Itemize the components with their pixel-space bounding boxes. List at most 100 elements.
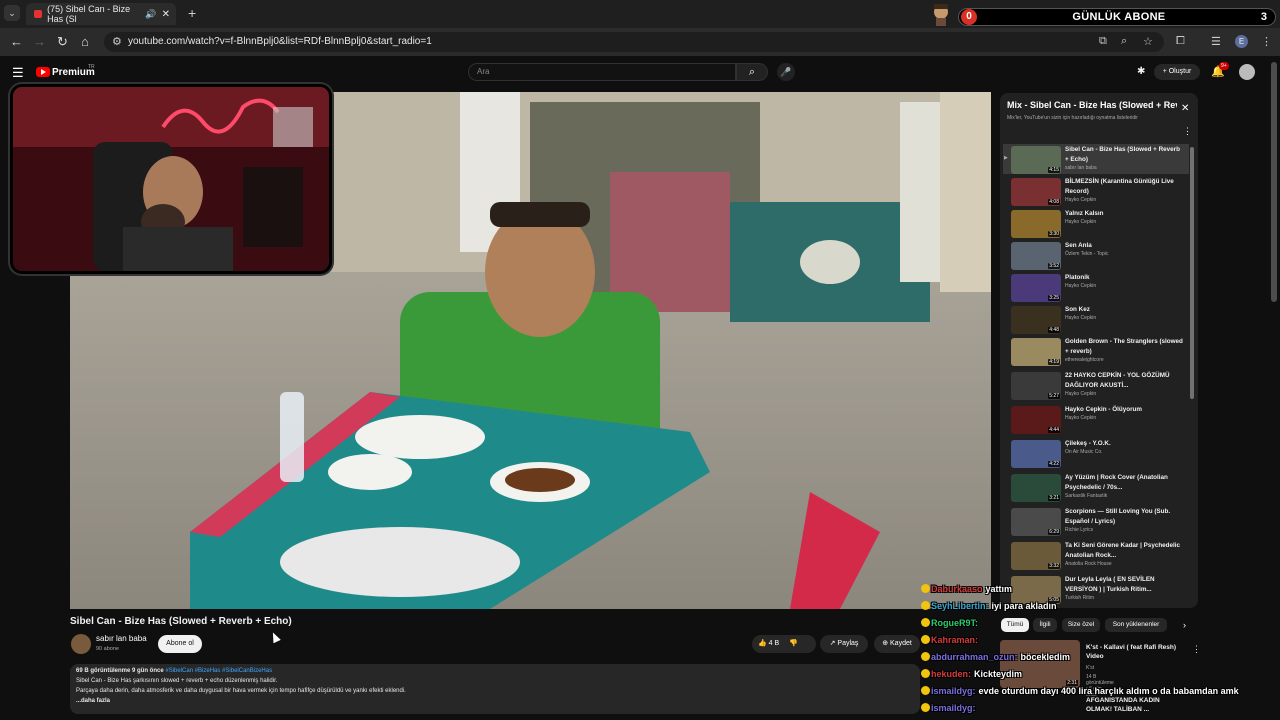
playlist-item[interactable]: 6:29 Scorpions — Still Loving You (Sub. E… [1003,506,1189,536]
audio-playing-icon[interactable]: 🔊 [145,9,156,20]
playlist-scrollbar[interactable] [1190,147,1194,399]
playlist-title[interactable]: Mix - Sibel Can - Bize Has (Slowed + Rev… [1007,100,1177,110]
playlist-thumbnail[interactable]: 3:32 [1011,542,1061,570]
chat-username[interactable]: abdurrahman_ozun: [931,652,1018,662]
playlist-thumbnail[interactable]: 4:48 [1011,306,1061,334]
playlist-item[interactable]: 3:32 Ta Ki Seni Görene Kadar | Psychedeli… [1003,540,1189,570]
back-icon[interactable]: ← [10,34,23,49]
description-box[interactable]: 69 B görüntülenme 9 gün önce #SibelCan #… [70,664,920,714]
url-text[interactable]: youtube.com/watch?v=f-BlnnBplj0&list=RDf… [128,36,432,47]
playlist-item-channel[interactable]: Richie Lyrics [1065,527,1093,533]
home-icon[interactable]: ⌂ [81,34,89,49]
chip-2[interactable]: Size özel [1062,618,1100,632]
guide-menu-icon[interactable]: ☰ [12,65,24,81]
chip-1[interactable]: İlgili [1033,618,1057,632]
recommended-more-icon[interactable]: ⋮ [1192,644,1201,655]
playlist-item-title[interactable]: BİLMEZSİN (Karantina Günlüğü Live Record… [1065,177,1183,196]
zoom-icon[interactable]: ⌕ [1121,35,1127,48]
playlist-item-channel[interactable]: Hayko Cepkin [1065,219,1096,225]
bookmark-star-icon[interactable]: ☆ [1143,35,1153,48]
playlist-item-channel[interactable]: Hayko Cepkin [1065,197,1096,203]
studio-settings-icon[interactable]: ✱ [1137,66,1145,77]
playlist-item-title[interactable]: Dur Leyla Leyla ( EN SEVİLEN VERSİYON ) … [1065,575,1183,594]
account-avatar[interactable] [1239,64,1255,80]
recommended-channel[interactable]: K'st [1086,665,1094,671]
playlist-thumbnail[interactable]: 6:29 [1011,508,1061,536]
playlist-item-channel[interactable]: Sarkastik Fantastik [1065,493,1107,499]
extensions-icon[interactable]: ⧠ [1176,35,1185,48]
playlist-thumbnail[interactable]: 3:21 [1011,474,1061,502]
recommended-thumbnail[interactable]: 2:31 [1000,640,1080,688]
playlist-item-title[interactable]: Sibel Can - Bize Has (Slowed + Reverb + … [1065,145,1183,164]
playlist-thumbnail[interactable]: 4:15 [1011,146,1061,174]
playlist-item-title[interactable]: 22 HAYKO CEPKİN - YOL GÖZÜMÜ DAĞLIYOR AK… [1065,371,1183,390]
playlist-thumbnail[interactable]: 5:27 [1011,372,1061,400]
playlist-item-title[interactable]: Son Kez [1065,305,1183,315]
save-button[interactable]: ⊕ Kaydet [874,635,920,653]
chat-username[interactable]: hekuden: [931,669,971,679]
chat-username[interactable]: Kahraman: [931,635,978,645]
browser-tab[interactable]: (75) Sibel Can - Bize Has (Sl 🔊 ✕ [26,3,176,25]
playlist-item[interactable]: 3:30 Yalnız Kalsın Hayko Cepkin [1003,208,1189,238]
install-app-icon[interactable]: ⧉ [1099,35,1107,48]
channel-avatar[interactable] [71,634,91,654]
chat-username[interactable]: Daburkaaso [931,584,983,594]
recommended-title[interactable]: K'st - Kallavi ( feat Rafi Resh) Video [1086,643,1186,661]
chat-username[interactable]: SeyhLibertin: [931,601,989,611]
playlist-item[interactable]: 4:19 Golden Brown - The Stranglers (slowe… [1003,336,1189,366]
browser-profile-avatar[interactable]: E [1235,35,1248,48]
youtube-logo-icon[interactable] [36,67,50,77]
tab-close-icon[interactable]: ✕ [162,9,170,20]
playlist-thumbnail[interactable]: 4:19 [1011,338,1061,366]
search-input[interactable]: Ara [468,63,736,81]
playlist-item-title[interactable]: Platonik [1065,273,1183,283]
show-more-link[interactable]: ...daha fazla [76,698,110,704]
playlist-more-icon[interactable]: ⋮ [1183,126,1192,137]
playlist-item[interactable]: 4:08 BİLMEZSİN (Karantina Günlüğü Live Re… [1003,176,1189,206]
search-icon[interactable]: ⌕ [736,63,768,81]
playlist-thumbnail[interactable]: 3:25 [1011,274,1061,302]
chat-username[interactable]: RogueR9T: [931,618,978,628]
playlist-item-channel[interactable]: Hayko Cepkin [1065,283,1096,289]
reload-icon[interactable]: ↻ [57,34,68,50]
chip-3[interactable]: Son yüklenenler [1105,618,1167,632]
playlist-item-channel[interactable]: Hayko Cepkin [1065,391,1096,397]
recommended-title-2[interactable]: AFGANİSTANDA KADIN OLMAK! TALİBAN ... [1086,696,1186,714]
playlist-item-channel[interactable]: sabır lan baba [1065,165,1097,171]
playlist-item-channel[interactable]: Hayko Cepkin [1065,415,1096,421]
chip-0[interactable]: Tümü [1001,618,1029,632]
playlist-item-channel[interactable]: Anatolia Rock House [1065,561,1112,567]
tab-search-icon[interactable]: ⌄ [4,5,20,21]
playlist-item-channel[interactable]: Turkish Ritim [1065,595,1094,601]
page-scrollbar[interactable] [1271,62,1277,302]
playlist-thumbnail[interactable]: 5:05 [1011,576,1061,604]
reading-list-icon[interactable]: ☰ [1211,35,1221,48]
description-hashtags[interactable]: #SibelCan #BizeHas #SibelCanBizeHas [165,668,272,674]
playlist-item[interactable]: 3:25 Platonik Hayko Cepkin [1003,272,1189,302]
playlist-item-title[interactable]: Ta Ki Seni Görene Kadar | Psychedelic An… [1065,541,1183,560]
share-button[interactable]: ↗ Paylaş [820,635,868,653]
browser-menu-icon[interactable]: ⋮ [1261,35,1272,48]
playlist-item-channel[interactable]: etherealeightcore [1065,357,1104,363]
forward-icon[interactable]: → [33,34,46,49]
chips-next-icon[interactable]: › [1183,620,1186,630]
playlist-item[interactable]: 5:05 Dur Leyla Leyla ( EN SEVİLEN VERSİYO… [1003,574,1189,604]
playlist-item[interactable]: 3:21 Ay Yüzüm | Rock Cover (Anatolian Psy… [1003,472,1189,502]
playlist-item[interactable]: ▶ 4:15 Sibel Can - Bize Has (Slowed + Reve… [1003,144,1189,174]
playlist-item[interactable]: 3:52 Sen Anla Özlem Tekin - Topic [1003,240,1189,270]
playlist-item-title[interactable]: Golden Brown - The Stranglers (slowed + … [1065,337,1183,356]
playlist-item[interactable]: 4:22 Çilekeş - Y.O.K. On Air Music Co. [1003,438,1189,468]
playlist-item-title[interactable]: Ay Yüzüm | Rock Cover (Anatolian Psyched… [1065,473,1183,492]
playlist-thumbnail[interactable]: 3:52 [1011,242,1061,270]
chat-username[interactable]: ismaildyg: [931,703,976,713]
playlist-thumbnail[interactable]: 4:44 [1011,406,1061,434]
new-tab-icon[interactable]: + [188,5,196,21]
chat-username[interactable]: ismaildyg: [931,686,976,696]
playlist-item-title[interactable]: Çilekeş - Y.O.K. [1065,439,1183,449]
site-info-icon[interactable]: ⚙ [112,35,122,48]
playlist-item-channel[interactable]: On Air Music Co. [1065,449,1103,455]
playlist-item[interactable]: 5:27 22 HAYKO CEPKİN - YOL GÖZÜMÜ DAĞLIYO… [1003,370,1189,400]
playlist-item-channel[interactable]: Özlem Tekin - Topic [1065,251,1108,257]
playlist-item-title[interactable]: Scorpions — Still Loving You (Sub. Españ… [1065,507,1183,526]
like-count[interactable]: 4 B [769,640,780,647]
